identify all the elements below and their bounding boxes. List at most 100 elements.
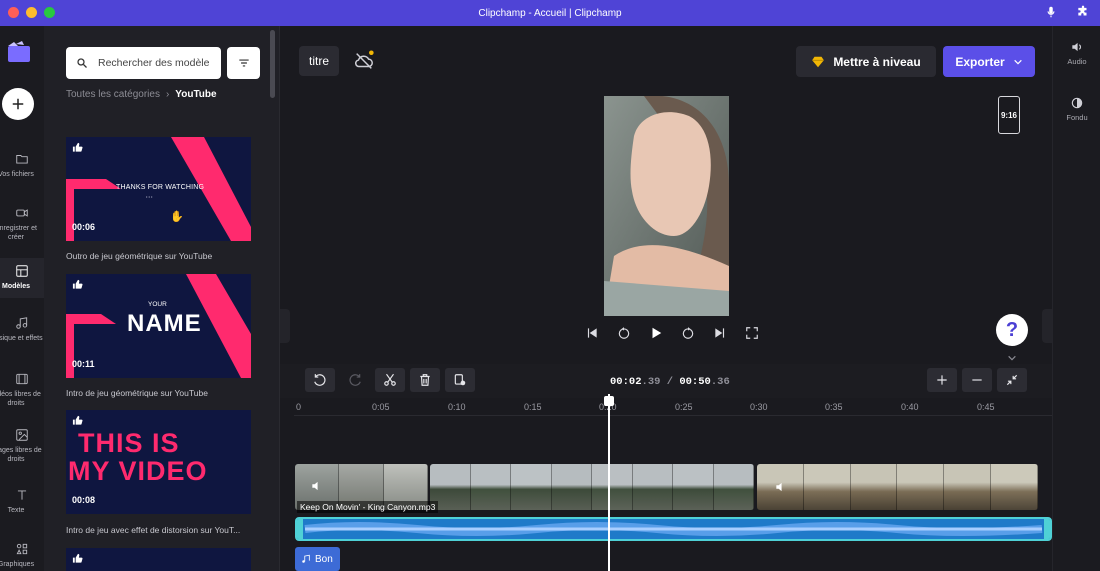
sidebar-item-label: Musique et effets [0, 335, 43, 342]
right-sidebar: Audio Fondu [1052, 26, 1100, 571]
templates-icon [16, 265, 28, 277]
play-button[interactable] [648, 325, 664, 341]
breadcrumb-all-categories[interactable]: Toutes les catégories [66, 89, 160, 100]
music-clip-label: Bon [315, 553, 333, 565]
collapse-left-panel-handle[interactable] [280, 309, 290, 343]
template-thumb-dots: • • • [146, 194, 153, 199]
filter-button[interactable] [227, 47, 260, 79]
help-button[interactable]: ? [996, 314, 1028, 346]
video-clip[interactable] [430, 464, 754, 510]
forward-5s-button[interactable] [680, 325, 696, 341]
timeline-toolbar: 00:02.39 / 00:50.36 [280, 364, 1052, 398]
plus-icon [12, 98, 24, 110]
search-box[interactable] [66, 47, 221, 79]
ruler-tick: 0:40 [901, 402, 919, 412]
ruler-tick: 0:35 [825, 402, 843, 412]
template-card[interactable]: THIS IS MY VIDEO 00:08 [66, 410, 251, 514]
sidebar-item-graphics[interactable]: Graphiques [0, 542, 44, 569]
playhead[interactable] [608, 394, 610, 571]
film-icon [16, 373, 28, 385]
delete-button[interactable] [410, 368, 440, 392]
minimize-window-button[interactable] [26, 7, 37, 18]
current-time-fraction: .39 [641, 376, 661, 388]
skip-to-start-button[interactable] [584, 325, 600, 341]
right-sidebar-label: Fondu [1066, 113, 1088, 122]
window-titlebar: Clipchamp - Accueil | Clipchamp [0, 0, 1100, 26]
ruler-tick: 0:25 [675, 402, 693, 412]
text-icon [17, 490, 27, 500]
project-title-field[interactable]: titre [299, 46, 340, 76]
left-sidebar: Vos fichiers Enregistrer et créer Modèle… [0, 26, 44, 571]
add-media-button[interactable] [445, 368, 475, 392]
collapse-right-panel-handle[interactable] [1042, 309, 1052, 343]
video-preview[interactable] [604, 96, 729, 316]
upgrade-button[interactable]: Mettre à niveau [796, 46, 936, 77]
video-clip[interactable] [757, 464, 1038, 510]
panel-scrollbar[interactable] [270, 30, 275, 98]
chevron-down-icon[interactable] [1006, 353, 1018, 363]
microphone-icon[interactable] [1044, 5, 1058, 19]
close-window-button[interactable] [8, 7, 19, 18]
playhead-handle[interactable] [604, 396, 614, 406]
sidebar-item-label: Vidéos libres de droits [0, 391, 41, 407]
aspect-ratio-button[interactable]: 9:16 [998, 96, 1020, 134]
right-sidebar-item-fade[interactable]: Fondu [1053, 96, 1100, 122]
sidebar-item-your-files[interactable]: Vos fichiers [0, 152, 44, 179]
ruler-tick: 0 [296, 402, 302, 412]
template-card[interactable]: THANKS FOR WATCHING • • • ✋ 00:06 [66, 137, 251, 241]
audio-track[interactable] [295, 517, 1052, 541]
sidebar-item-text[interactable]: Texte [0, 488, 44, 515]
search-input[interactable] [98, 57, 216, 69]
plus-icon [937, 375, 947, 385]
chevron-down-icon [1013, 59, 1022, 65]
ruler-tick: 0:05 [372, 402, 390, 412]
maximize-window-button[interactable] [44, 7, 55, 18]
speaker-icon [312, 481, 318, 491]
split-button[interactable] [375, 368, 405, 392]
clipchamp-logo-icon [8, 41, 30, 62]
current-time: 00:02 [610, 376, 642, 388]
redo-button[interactable] [340, 368, 370, 392]
sidebar-item-music[interactable]: Musique et effets [0, 316, 44, 343]
sidebar-item-stock-images[interactable]: Images libres de droits [0, 428, 44, 464]
sidebar-item-stock-video[interactable]: Vidéos libres de droits [0, 372, 44, 408]
music-icon [16, 317, 28, 329]
diamond-icon [812, 56, 825, 67]
zoom-out-button[interactable] [962, 368, 992, 392]
breadcrumb-current: YouTube [175, 89, 217, 100]
collapse-arrows-icon [1006, 374, 1018, 386]
template-label: Outro de jeu géométrique sur YouTube [66, 251, 213, 261]
right-sidebar-item-audio[interactable]: Audio [1053, 40, 1100, 66]
template-card[interactable] [66, 548, 251, 571]
trash-icon [420, 374, 430, 386]
search-icon [77, 58, 87, 68]
window-controls [8, 7, 55, 18]
export-button[interactable]: Exporter [943, 46, 1035, 77]
template-thumb-small-text: YOUR [148, 301, 167, 308]
rewind-5s-button[interactable] [616, 325, 632, 341]
extensions-icon[interactable] [1076, 5, 1090, 19]
fade-icon [1071, 97, 1083, 109]
zoom-in-button[interactable] [927, 368, 957, 392]
create-new-button[interactable] [2, 88, 34, 120]
minus-icon [972, 379, 982, 381]
sidebar-item-label: Enregistrer et créer [0, 225, 38, 241]
hand-cursor-icon: ✋ [170, 211, 184, 223]
clip-frames [430, 464, 754, 510]
template-label: Intro de jeu avec effet de distorsion su… [66, 525, 241, 535]
audio-clip-label: Keep On Movin' - King Canyon.mp3 [297, 501, 439, 513]
camera-icon [16, 209, 28, 217]
template-thumb-line-2: MY VIDEO [68, 456, 208, 486]
template-duration: 00:08 [72, 495, 96, 505]
cloud-sync-off-icon[interactable] [353, 50, 375, 72]
fullscreen-button[interactable] [744, 325, 760, 341]
thumbs-up-icon [72, 553, 83, 563]
music-clip[interactable]: Bon [295, 547, 340, 571]
sidebar-item-record[interactable]: Enregistrer et créer [0, 206, 44, 242]
undo-button[interactable] [305, 368, 335, 392]
timeline-ruler[interactable]: 0 0:05 0:10 0:15 0:20 0:25 0:30 0:35 0:4… [294, 400, 1052, 416]
fit-timeline-button[interactable] [997, 368, 1027, 392]
skip-to-end-button[interactable] [712, 325, 728, 341]
template-card[interactable]: YOUR NAME 00:11 [66, 274, 251, 378]
sidebar-item-templates[interactable]: Modèles [0, 258, 44, 298]
